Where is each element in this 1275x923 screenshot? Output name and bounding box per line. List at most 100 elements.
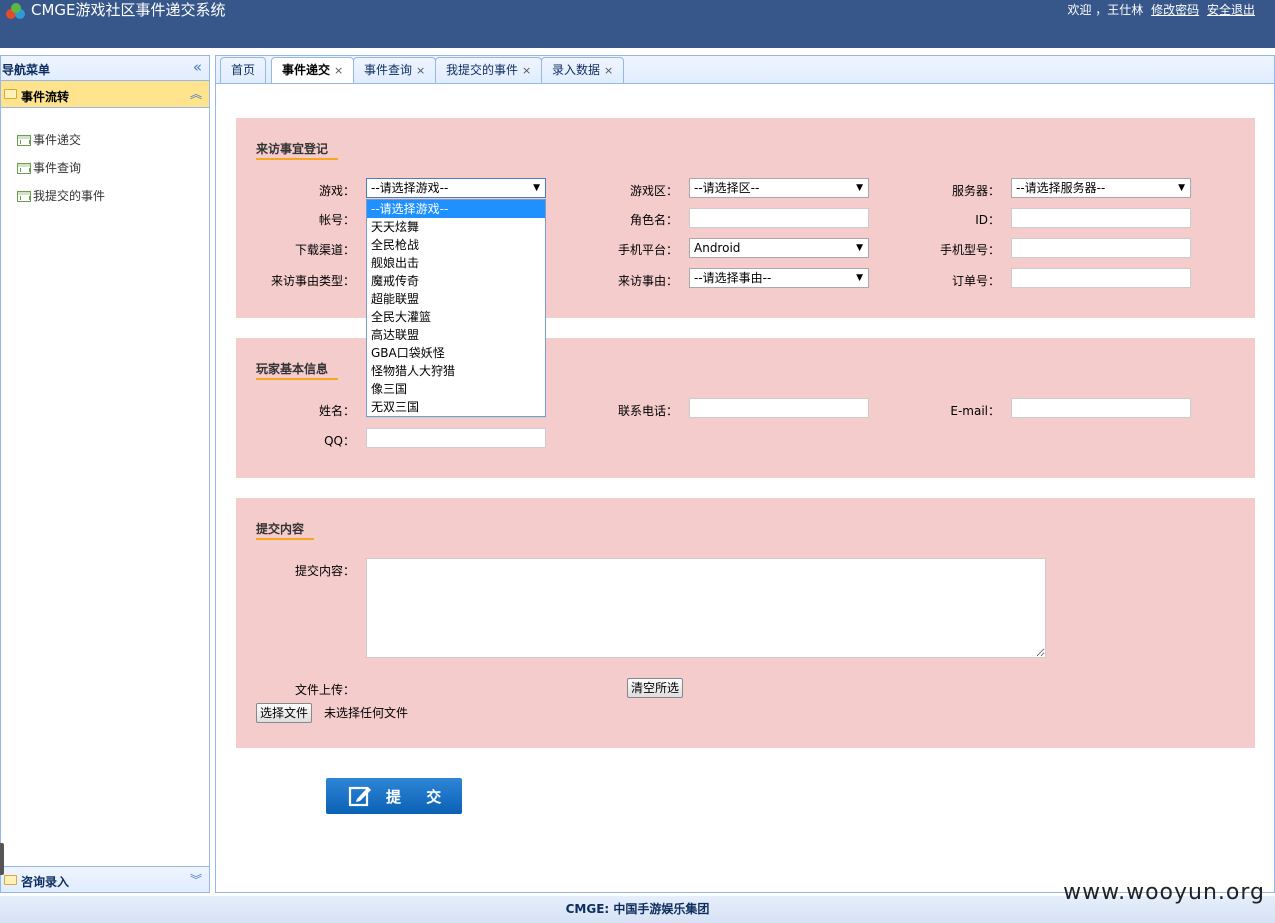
email-input[interactable]	[1011, 398, 1191, 418]
role-name-label: 角色名：	[629, 213, 678, 227]
submit-button-label: 提 交	[386, 788, 452, 806]
game-select[interactable]: --请选择游戏-- ▼	[366, 178, 546, 198]
game-option[interactable]: 魔戒传奇	[367, 272, 545, 290]
id-label: ID：	[975, 213, 1000, 227]
account-label: 帐号：	[318, 213, 355, 227]
visit-reason-select[interactable]: --请选择事由-- ▼	[689, 268, 869, 288]
app-header: CMGE游戏社区事件递交系统 欢迎 ，王仕林 修改密码 安全退出	[0, 0, 1275, 48]
download-channel-label: 下载渠道：	[294, 243, 355, 257]
tab-event-submit[interactable]: 事件递交 ×	[271, 57, 355, 84]
dropdown-arrow-icon: ▼	[856, 243, 863, 253]
phone-platform-label: 手机平台：	[617, 243, 678, 257]
dropdown-arrow-icon: ▼	[1178, 183, 1185, 193]
edit-icon	[348, 786, 371, 807]
qq-input[interactable]	[366, 428, 546, 448]
phone-model-input[interactable]	[1011, 238, 1191, 258]
folder-icon	[4, 875, 17, 885]
game-option[interactable]: 像三国	[367, 380, 545, 398]
sidebar-section-consult-entry[interactable]: 咨询录入 ︾	[1, 866, 209, 892]
content-label: 提交内容：	[294, 564, 355, 578]
close-icon[interactable]: ×	[416, 64, 425, 77]
visit-reason-type-label: 来访事由类型：	[270, 274, 355, 288]
sidebar-title: 导航菜单	[2, 63, 51, 77]
game-option[interactable]: 全民大灌篮	[367, 308, 545, 326]
sidebar-item-event-submit[interactable]: 事件递交	[17, 126, 105, 154]
sidebar-section-label: 事件流转	[21, 90, 70, 104]
tab-data-entry[interactable]: 录入数据 ×	[541, 57, 625, 83]
close-icon[interactable]: ×	[334, 64, 343, 77]
folder-icon	[4, 89, 17, 99]
no-file-text: 未选择任何文件	[324, 706, 409, 720]
game-label: 游戏：	[318, 184, 355, 198]
phone-platform-value: Android	[694, 241, 741, 255]
visit-reason-label: 来访事由：	[617, 274, 678, 288]
document-icon	[17, 162, 31, 174]
game-option[interactable]: 怪物猎人大狩猎	[367, 362, 545, 380]
dropdown-arrow-icon: ▼	[856, 183, 863, 193]
role-name-input[interactable]	[689, 208, 869, 228]
game-dropdown-list: --请选择游戏-- 天天炫舞 全民枪战 舰娘出击 魔戒传奇 超能联盟 全民大灌篮 高达联盟 GB…	[366, 199, 546, 417]
double-chevron-down-icon[interactable]: ︾	[190, 869, 202, 891]
logout-link[interactable]: 安全退出	[1207, 3, 1255, 17]
change-password-link[interactable]: 修改密码	[1151, 3, 1199, 17]
choose-file-button[interactable]: 选择文件	[256, 703, 313, 723]
game-option[interactable]: --请选择游戏--	[367, 200, 545, 218]
sidebar-section-event-flow[interactable]: 事件流转 ︽	[1, 81, 209, 108]
document-icon	[17, 190, 31, 202]
tab-home[interactable]: 首页	[220, 57, 267, 83]
welcome-text: 欢迎 ，王仕林	[1067, 3, 1144, 17]
dropdown-arrow-icon: ▼	[533, 183, 540, 193]
double-chevron-up-icon[interactable]: ︽	[190, 83, 202, 105]
email-label: E-mail：	[950, 404, 1000, 418]
sidebar-section-label: 咨询录入	[21, 875, 70, 889]
clear-selection-button[interactable]: 清空所选	[627, 678, 684, 698]
tab-event-query[interactable]: 事件查询 ×	[353, 57, 437, 83]
server-select[interactable]: --请选择服务器-- ▼	[1011, 178, 1191, 198]
tab-bar: 首页 事件递交 × 事件查询 × 我提交的事件 × 录入数据 ×	[215, 55, 1275, 84]
sidebar-item-event-query[interactable]: 事件查询	[17, 154, 105, 182]
sidebar-item-label: 事件递交	[33, 133, 82, 147]
game-select-value: --请选择游戏--	[371, 181, 449, 195]
panel-title: 来访事宜登记	[256, 140, 338, 160]
close-icon[interactable]: ×	[522, 64, 531, 77]
tab-label: 我提交的事件	[446, 63, 519, 77]
game-option[interactable]: 高达联盟	[367, 326, 545, 344]
phone-platform-select[interactable]: Android ▼	[689, 238, 869, 258]
sidebar-item-label: 我提交的事件	[33, 189, 106, 203]
double-chevron-left-icon[interactable]: «	[193, 58, 202, 76]
game-option[interactable]: 天天炫舞	[367, 218, 545, 236]
phone-model-label: 手机型号：	[939, 243, 1000, 257]
order-number-input[interactable]	[1011, 268, 1191, 288]
phone-input[interactable]	[689, 398, 869, 418]
tab-my-events[interactable]: 我提交的事件 ×	[435, 57, 543, 83]
name-label: 姓名：	[318, 404, 355, 418]
sidebar-item-label: 事件查询	[33, 161, 82, 175]
game-option[interactable]: 超能联盟	[367, 290, 545, 308]
submit-button[interactable]: 提 交	[326, 778, 462, 814]
sidebar-menu: 事件递交 事件查询 我提交的事件	[17, 126, 105, 210]
tab-label: 事件递交	[282, 63, 331, 77]
game-option[interactable]: GBA口袋妖怪	[367, 344, 545, 362]
id-input[interactable]	[1011, 208, 1191, 228]
tab-label: 首页	[231, 63, 256, 77]
close-icon[interactable]: ×	[604, 64, 613, 77]
zone-select[interactable]: --请选择区-- ▼	[689, 178, 869, 198]
server-select-value: --请选择服务器--	[1016, 181, 1106, 195]
game-option[interactable]: 无双三国	[367, 398, 545, 416]
content-textarea[interactable]	[366, 558, 1046, 658]
document-icon	[17, 134, 31, 146]
sidebar-item-my-events[interactable]: 我提交的事件	[17, 182, 105, 210]
file-upload-label: 文件上传：	[294, 683, 355, 697]
panel-title: 提交内容	[256, 520, 314, 540]
tab-label: 录入数据	[552, 63, 601, 77]
order-number-label: 订单号：	[951, 274, 1000, 288]
tab-label: 事件查询	[364, 63, 413, 77]
game-option[interactable]: 全民枪战	[367, 236, 545, 254]
dropdown-arrow-icon: ▼	[856, 273, 863, 283]
panel-title: 玩家基本信息	[256, 360, 338, 380]
app-title: CMGE游戏社区事件递交系统	[31, 1, 226, 19]
watermark: www.wooyun.org	[1063, 880, 1265, 905]
visit-reason-value: --请选择事由--	[694, 271, 772, 285]
game-option[interactable]: 舰娘出击	[367, 254, 545, 272]
sidebar-resize-handle[interactable]	[0, 843, 4, 875]
